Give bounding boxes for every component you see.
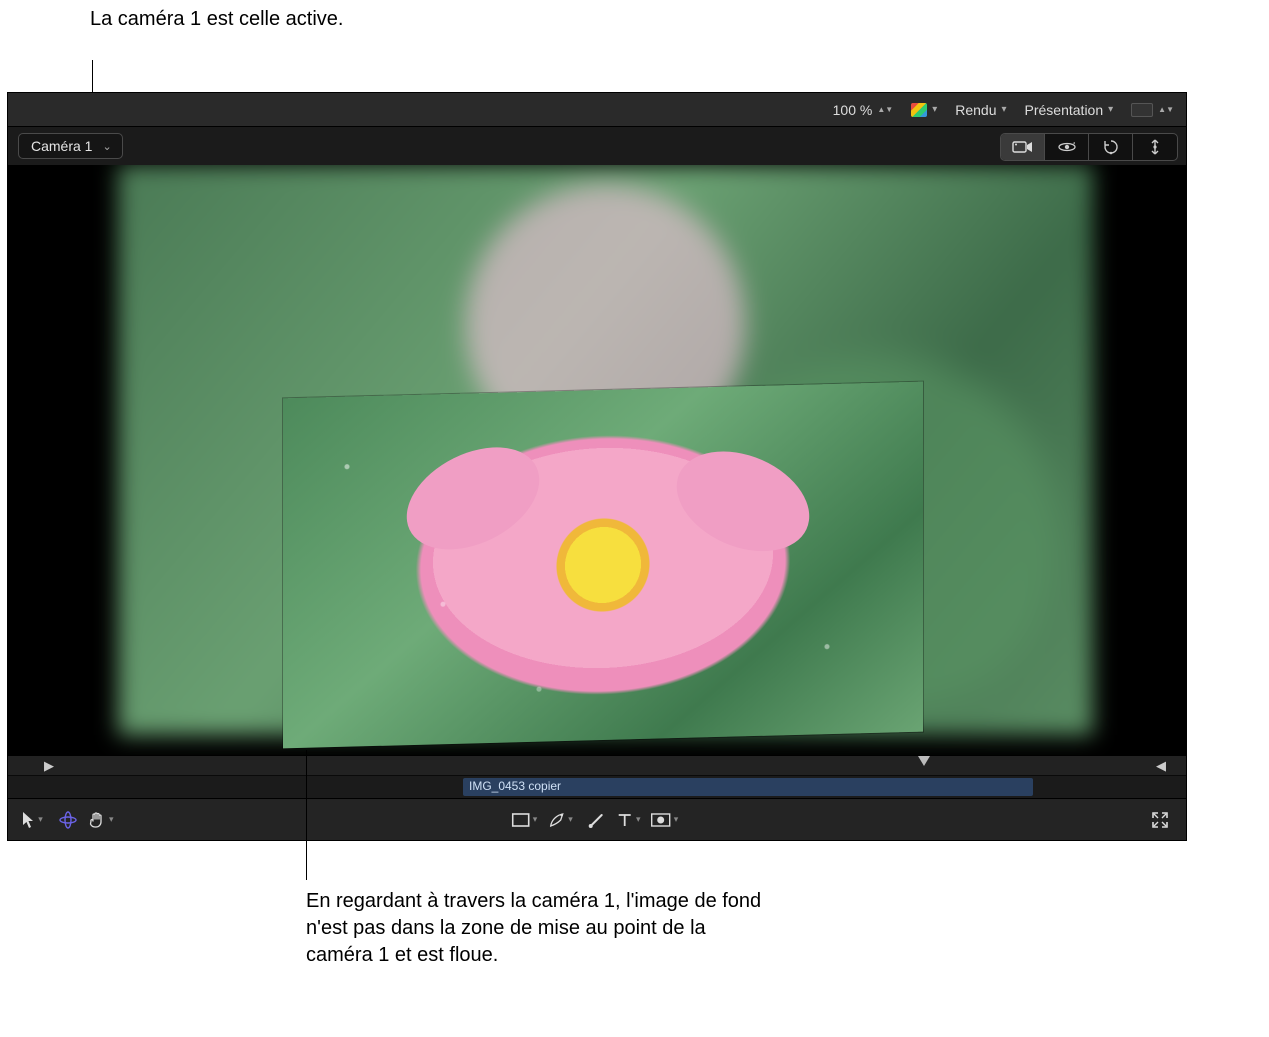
annotation-bottom: En regardant à travers la caméra 1, l'im… <box>306 888 766 969</box>
text-tool-icon <box>617 812 633 828</box>
camera-view-button[interactable] <box>1001 134 1045 160</box>
annotation-top-text: La caméra 1 est celle active. <box>90 8 343 30</box>
camera-select-dropdown[interactable]: Caméra 1 ⌄ <box>18 133 123 159</box>
presentation-menu-label: Présentation <box>1025 102 1104 118</box>
playhead-marker[interactable] <box>918 756 930 766</box>
color-channels-menu[interactable]: ▾ <box>911 103 937 117</box>
rotate-view-button[interactable] <box>1089 134 1133 160</box>
canvas-viewer[interactable] <box>8 165 1186 755</box>
expand-icon <box>1151 811 1169 829</box>
paint-tool[interactable] <box>583 806 611 834</box>
bottom-toolbar: ▾ ▾ ▾ <box>8 798 1186 840</box>
text-tool[interactable]: ▾ <box>617 806 645 834</box>
clip-name-label: IMG_0453 copier <box>469 779 561 793</box>
background-color-icon <box>1131 103 1153 117</box>
fullscreen-toggle[interactable] <box>1146 806 1174 834</box>
view-controls-group <box>1000 133 1178 161</box>
mask-tool[interactable]: ▾ <box>651 806 683 834</box>
water-droplets-overlay <box>283 382 923 749</box>
camera-row: Caméra 1 ⌄ <box>8 127 1186 165</box>
annotation-top: La caméra 1 est celle active. <box>90 6 343 33</box>
out-point-icon[interactable]: ◀ <box>1156 758 1166 774</box>
timeline-ruler[interactable]: ▶ ◀ <box>8 756 1186 776</box>
3d-transform-tool[interactable] <box>54 806 82 834</box>
camera-select-label: Caméra 1 <box>31 138 92 154</box>
chevron-down-icon: ▾ <box>38 814 43 825</box>
foreground-image-sharp <box>283 382 923 749</box>
in-point-icon[interactable]: ▶ <box>44 758 54 774</box>
timeline-clip[interactable]: IMG_0453 copier <box>463 778 1033 796</box>
chevron-down-icon: ▾ <box>674 814 679 825</box>
annotation-bottom-text: En regardant à travers la caméra 1, l'im… <box>306 890 761 966</box>
rotate-icon <box>1102 138 1120 156</box>
shape-tool[interactable]: ▾ <box>512 806 542 834</box>
select-tool[interactable]: ▾ <box>20 806 48 834</box>
app-window: 100 % ▲▼ ▾ Rendu ▾ Présentation ▾ ▲▼ Cam… <box>7 92 1187 841</box>
annotation-bottom-line <box>306 750 307 880</box>
brush-tool-icon <box>588 811 606 829</box>
center-tool-group: ▾ ▾ ▾ <box>512 806 683 834</box>
arrow-tool-icon <box>21 811 35 829</box>
chevron-down-icon: ▾ <box>932 104 937 115</box>
chevron-down-icon: ▾ <box>109 814 114 825</box>
chevron-down-icon: ▾ <box>533 814 538 825</box>
background-color-control[interactable]: ▲▼ <box>1131 103 1174 117</box>
render-menu-label: Rendu <box>955 102 996 118</box>
pen-tool[interactable]: ▾ <box>547 806 577 834</box>
camera-icon <box>1012 140 1034 154</box>
chevron-down-icon: ▾ <box>1108 104 1113 115</box>
axis-view-button[interactable] <box>1133 134 1177 160</box>
chevron-down-icon: ⌄ <box>102 140 111 153</box>
rectangle-tool-icon <box>512 813 530 827</box>
axis-icon <box>1147 138 1163 156</box>
chevron-down-icon: ▾ <box>1001 104 1006 115</box>
hand-tool-icon <box>88 811 106 829</box>
mask-tool-icon <box>651 813 671 827</box>
presentation-menu[interactable]: Présentation ▾ <box>1025 102 1114 118</box>
top-menu-bar: 100 % ▲▼ ▾ Rendu ▾ Présentation ▾ ▲▼ <box>8 93 1186 127</box>
chevron-down-icon: ▾ <box>636 814 641 825</box>
orbit-icon <box>1057 139 1077 155</box>
zoom-level-control[interactable]: 100 % ▲▼ <box>833 102 894 118</box>
color-channels-icon <box>911 103 927 117</box>
zoom-level-label: 100 % <box>833 102 873 118</box>
render-menu[interactable]: Rendu ▾ <box>955 102 1006 118</box>
timeline-track[interactable]: IMG_0453 copier <box>8 776 1186 798</box>
pen-tool-icon <box>547 811 565 829</box>
orbit-view-button[interactable] <box>1045 134 1089 160</box>
chevron-down-icon: ▾ <box>568 814 573 825</box>
mini-timeline: ▶ ◀ IMG_0453 copier <box>8 755 1186 798</box>
3d-transform-icon <box>58 810 78 830</box>
pan-tool[interactable]: ▾ <box>88 806 118 834</box>
